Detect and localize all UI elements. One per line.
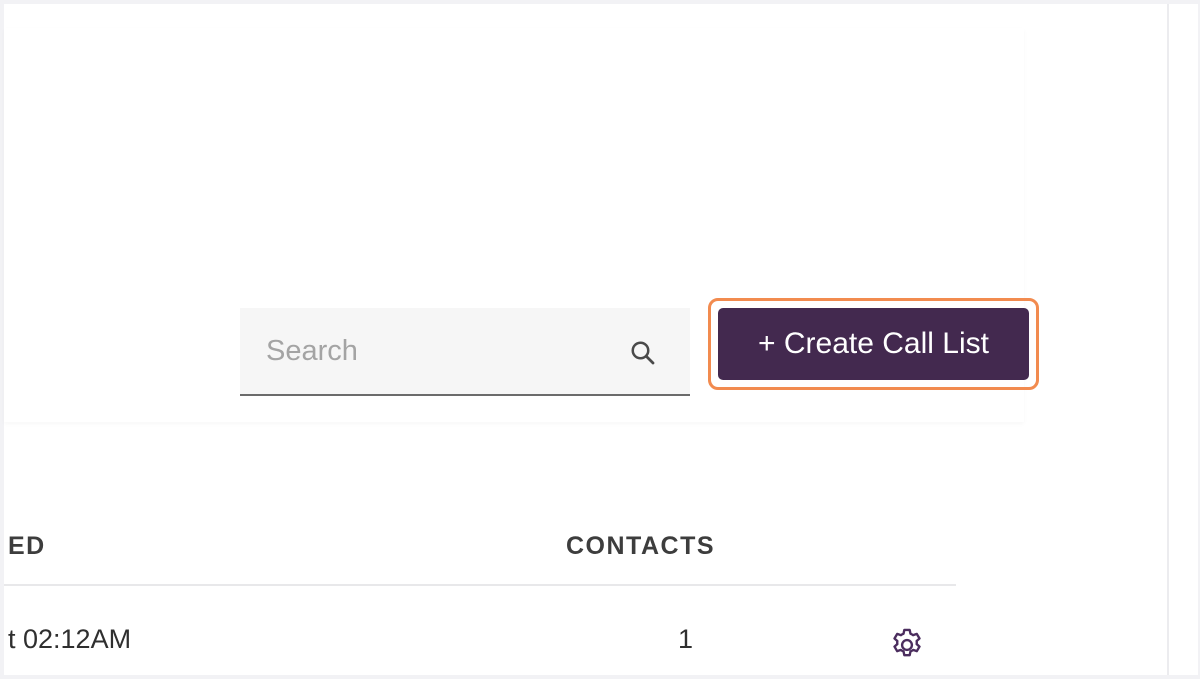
app-frame: + Create Call List ED CONTACTS t 02:12AM… <box>0 0 1200 679</box>
column-header-modified[interactable]: ED <box>8 532 46 561</box>
right-scroll-area <box>1167 4 1198 675</box>
main-content: + Create Call List ED CONTACTS t 02:12AM… <box>4 4 1167 675</box>
create-call-list-button[interactable]: + Create Call List <box>718 308 1029 380</box>
table-header-divider <box>4 584 956 586</box>
cell-contacts: 1 <box>678 624 694 654</box>
search-box <box>240 308 690 396</box>
gear-icon[interactable] <box>888 626 926 664</box>
search-input[interactable] <box>240 308 636 394</box>
search-icon[interactable] <box>628 338 658 368</box>
cell-modified: t 02:12AM <box>8 624 132 654</box>
column-header-contacts[interactable]: CONTACTS <box>566 532 715 561</box>
